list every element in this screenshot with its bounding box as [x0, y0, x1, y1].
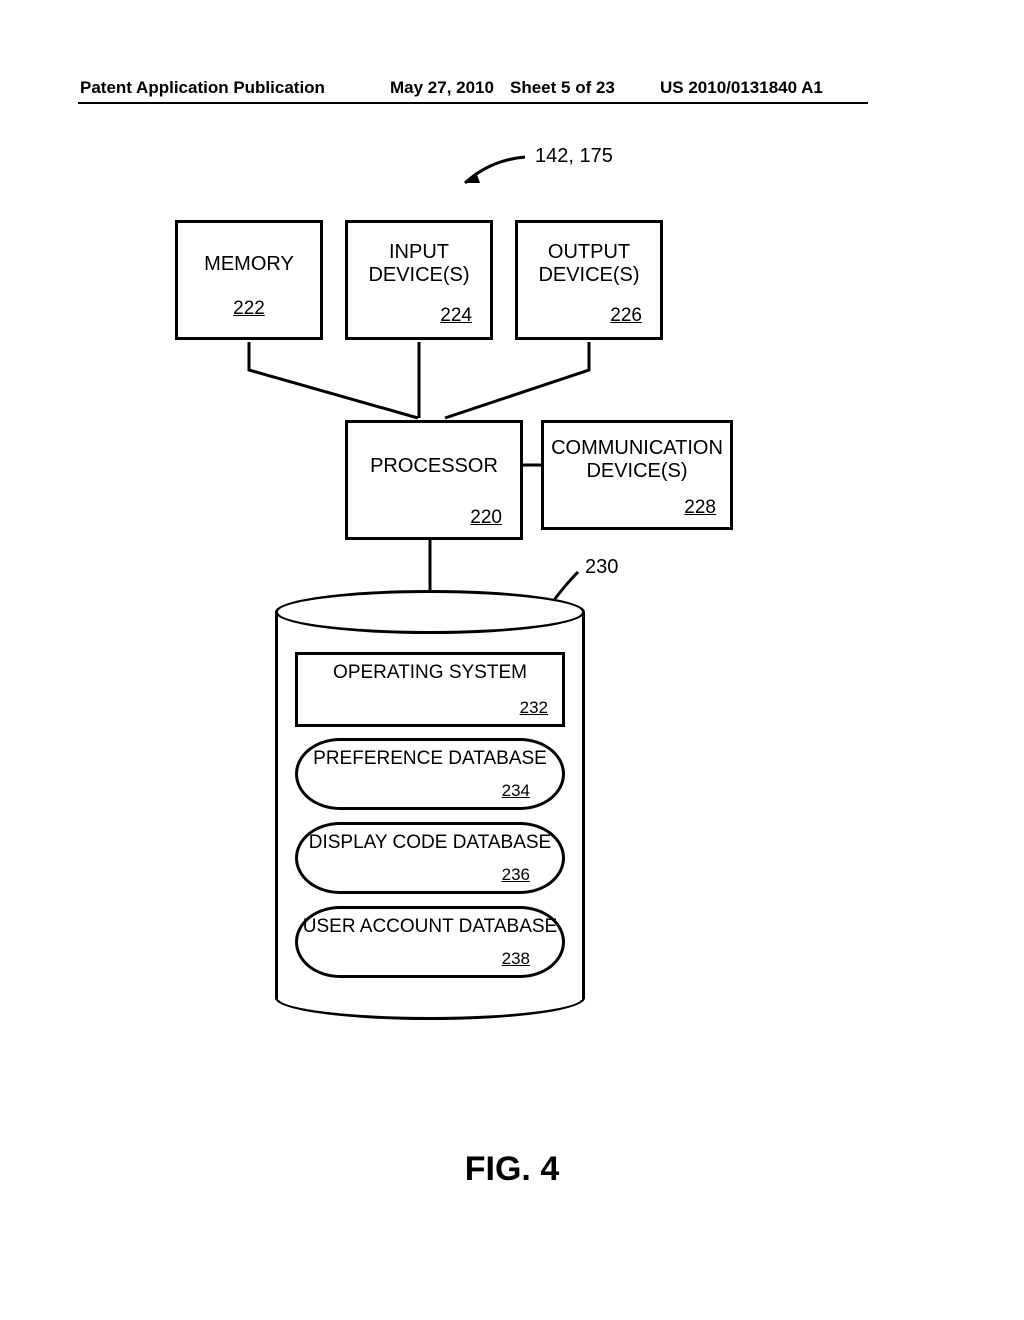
ref-142-175: 142, 175 [535, 145, 613, 168]
cylinder-bottom-mask [278, 976, 582, 1000]
display-code-db-num: 236 [502, 865, 530, 885]
storage-cylinder: OPERATING SYSTEM 232 PREFERENCE DATABASE… [275, 590, 585, 1020]
communication-label: COMMUNICATION DEVICE(S) [544, 423, 730, 483]
ref-230: 230 [585, 556, 618, 579]
operating-system-box: OPERATING SYSTEM 232 [295, 652, 565, 727]
figure-label: FIG. 4 [0, 1150, 1024, 1189]
processor-label: PROCESSOR [348, 423, 520, 478]
input-block: INPUT DEVICE(S) 224 [345, 220, 493, 340]
publication-label: Patent Application Publication [80, 78, 325, 98]
operating-system-label: OPERATING SYSTEM [298, 655, 562, 684]
communication-block: COMMUNICATION DEVICE(S) 228 [541, 420, 733, 530]
memory-label: MEMORY [178, 223, 320, 276]
output-block: OUTPUT DEVICE(S) 226 [515, 220, 663, 340]
user-account-db-box: USER ACCOUNT DATABASE 238 [295, 906, 565, 978]
display-code-db-label: DISPLAY CODE DATABASE [298, 825, 562, 854]
operating-system-num: 232 [520, 698, 548, 718]
memory-block: MEMORY 222 [175, 220, 323, 340]
cylinder-top-ellipse [275, 590, 585, 634]
publication-number: US 2010/0131840 A1 [660, 78, 823, 98]
preference-db-label: PREFERENCE DATABASE [298, 741, 562, 770]
page: Patent Application Publication May 27, 2… [0, 0, 1024, 1320]
input-label: INPUT DEVICE(S) [348, 223, 490, 287]
user-account-db-num: 238 [502, 949, 530, 969]
display-code-db-box: DISPLAY CODE DATABASE 236 [295, 822, 565, 894]
header-rule [78, 102, 868, 104]
preference-db-num: 234 [502, 781, 530, 801]
publication-date: May 27, 2010 [390, 78, 494, 98]
communication-num: 228 [684, 497, 716, 519]
processor-block: PROCESSOR 220 [345, 420, 523, 540]
memory-num: 222 [178, 298, 320, 320]
preference-db-box: PREFERENCE DATABASE 234 [295, 738, 565, 810]
processor-num: 220 [470, 507, 502, 529]
user-account-db-label: USER ACCOUNT DATABASE [298, 909, 562, 938]
sheet-number: Sheet 5 of 23 [510, 78, 615, 98]
output-label: OUTPUT DEVICE(S) [518, 223, 660, 287]
input-num: 224 [440, 305, 472, 327]
output-num: 226 [610, 305, 642, 327]
